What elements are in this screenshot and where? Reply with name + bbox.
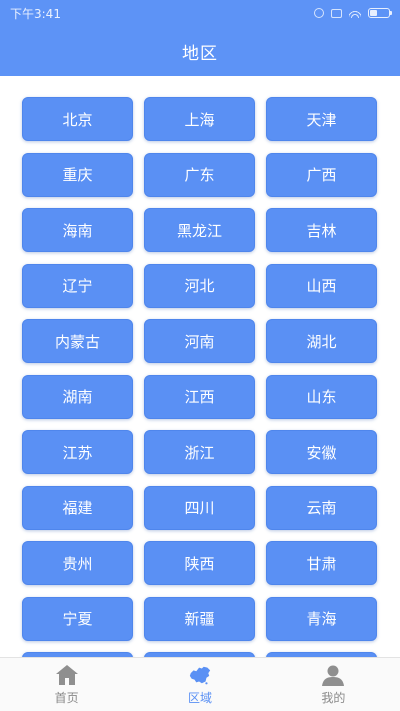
region-button-beijing[interactable]: 北京: [22, 97, 133, 141]
region-button-shaanxi[interactable]: 陕西: [144, 541, 255, 585]
status-icons: [314, 8, 392, 18]
status-time: 下午3:41: [10, 6, 61, 21]
region-button-liaoning[interactable]: 辽宁: [22, 263, 133, 308]
region-button-gansu[interactable]: 甘肃: [266, 541, 377, 585]
region-button-yunnan[interactable]: 云南: [266, 485, 377, 530]
region-button-qinghai[interactable]: 青海: [266, 596, 377, 641]
wifi-icon: [349, 8, 361, 18]
china-map-icon: [188, 663, 212, 687]
region-button-hebei[interactable]: 河北: [144, 263, 255, 308]
region-button-fujian[interactable]: 福建: [22, 485, 133, 530]
tab-home-label: 首页: [54, 691, 79, 705]
region-button-zhejiang[interactable]: 浙江: [144, 430, 255, 474]
region-button-neimenggu[interactable]: 内蒙古: [22, 319, 133, 363]
region-button-guizhou[interactable]: 贵州: [22, 541, 133, 585]
region-button-jiangsu[interactable]: 江苏: [22, 430, 133, 474]
region-grid: 北京 上海 天津 重庆 广东 广西 海南 黑龙江 吉林 辽宁 河北 山西 内蒙古…: [0, 76, 400, 657]
title-bar: 地区: [0, 26, 400, 76]
tab-region[interactable]: 区域: [133, 658, 266, 711]
region-button-hunan[interactable]: 湖南: [22, 374, 133, 419]
region-button-hubei[interactable]: 湖北: [266, 319, 377, 363]
region-button-hainan[interactable]: 海南: [22, 208, 133, 252]
region-button-guangxi[interactable]: 广西: [266, 152, 377, 197]
region-button-heilongjiang[interactable]: 黑龙江: [144, 208, 255, 252]
battery-icon: [368, 8, 392, 18]
user-icon: [321, 663, 345, 687]
alarm-icon: [314, 8, 324, 18]
tab-home[interactable]: 首页: [0, 658, 133, 711]
home-icon: [55, 663, 79, 687]
region-button-shanghai[interactable]: 上海: [144, 97, 255, 141]
region-button-anhui[interactable]: 安徽: [266, 430, 377, 474]
region-button-jiangxi[interactable]: 江西: [144, 374, 255, 419]
region-button-tianjin[interactable]: 天津: [266, 97, 377, 141]
page-title: 地区: [182, 43, 218, 64]
tab-profile-label: 我的: [321, 691, 346, 705]
app-screen: 下午3:41 地区 北京 上海 天津 重庆 广东 广西 海南 黑龙江 吉林 辽宁…: [0, 0, 400, 711]
region-button-shandong[interactable]: 山东: [266, 374, 377, 419]
status-bar: 下午3:41: [0, 0, 400, 26]
tab-profile[interactable]: 我的: [267, 658, 400, 711]
bottom-tab-bar: 首页 区域 我的: [0, 657, 400, 711]
region-button-chongqing[interactable]: 重庆: [22, 152, 133, 197]
sim-icon: [331, 8, 342, 18]
region-button-shanxi[interactable]: 山西: [266, 263, 377, 308]
region-button-ningxia[interactable]: 宁夏: [22, 596, 133, 641]
region-button-sichuan[interactable]: 四川: [144, 485, 255, 530]
region-button-xinjiang[interactable]: 新疆: [144, 596, 255, 641]
region-button-jilin[interactable]: 吉林: [266, 208, 377, 252]
tab-region-label: 区域: [187, 691, 212, 705]
region-list[interactable]: 北京 上海 天津 重庆 广东 广西 海南 黑龙江 吉林 辽宁 河北 山西 内蒙古…: [0, 76, 400, 657]
region-button-guangdong[interactable]: 广东: [144, 152, 255, 197]
region-button-henan[interactable]: 河南: [144, 319, 255, 363]
